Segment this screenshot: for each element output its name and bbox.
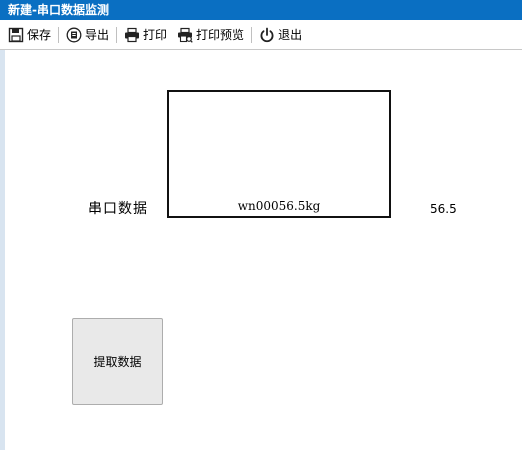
print-preview-button[interactable]: 打印预览 bbox=[175, 24, 246, 46]
toolbar-separator bbox=[116, 26, 118, 43]
serial-data-textbox[interactable]: wn00056.5kg bbox=[167, 90, 391, 218]
print-button[interactable]: 打印 bbox=[122, 24, 169, 46]
save-label: 保存 bbox=[27, 28, 52, 42]
serial-data-label: 串口数据 bbox=[88, 201, 148, 217]
export-button[interactable]: 导出 bbox=[64, 24, 111, 46]
fetch-data-button[interactable]: 提取数据 bbox=[72, 318, 163, 405]
window-left-edge bbox=[0, 50, 5, 450]
serial-data-text: wn00056.5kg bbox=[237, 199, 321, 213]
power-icon bbox=[260, 27, 274, 42]
exit-button[interactable]: 退出 bbox=[257, 24, 304, 46]
print-icon bbox=[125, 27, 140, 42]
print-preview-icon bbox=[178, 27, 193, 43]
export-icon bbox=[66, 27, 82, 42]
toolbar-separator bbox=[58, 26, 60, 43]
parsed-value-label: 56.5 bbox=[430, 202, 457, 216]
exit-label: 退出 bbox=[278, 28, 303, 42]
save-button[interactable]: 保存 bbox=[6, 24, 53, 46]
toolbar-separator bbox=[251, 26, 253, 43]
fetch-data-button-label: 提取数据 bbox=[93, 355, 142, 369]
toolbar: 保存 导出 打印 打印预览 退出 bbox=[0, 20, 522, 50]
print-preview-label: 打印预览 bbox=[196, 28, 245, 42]
save-icon bbox=[8, 27, 24, 42]
window-title: 新建-串口数据监测 bbox=[0, 0, 522, 20]
print-label: 打印 bbox=[143, 28, 168, 42]
export-label: 导出 bbox=[85, 28, 110, 42]
